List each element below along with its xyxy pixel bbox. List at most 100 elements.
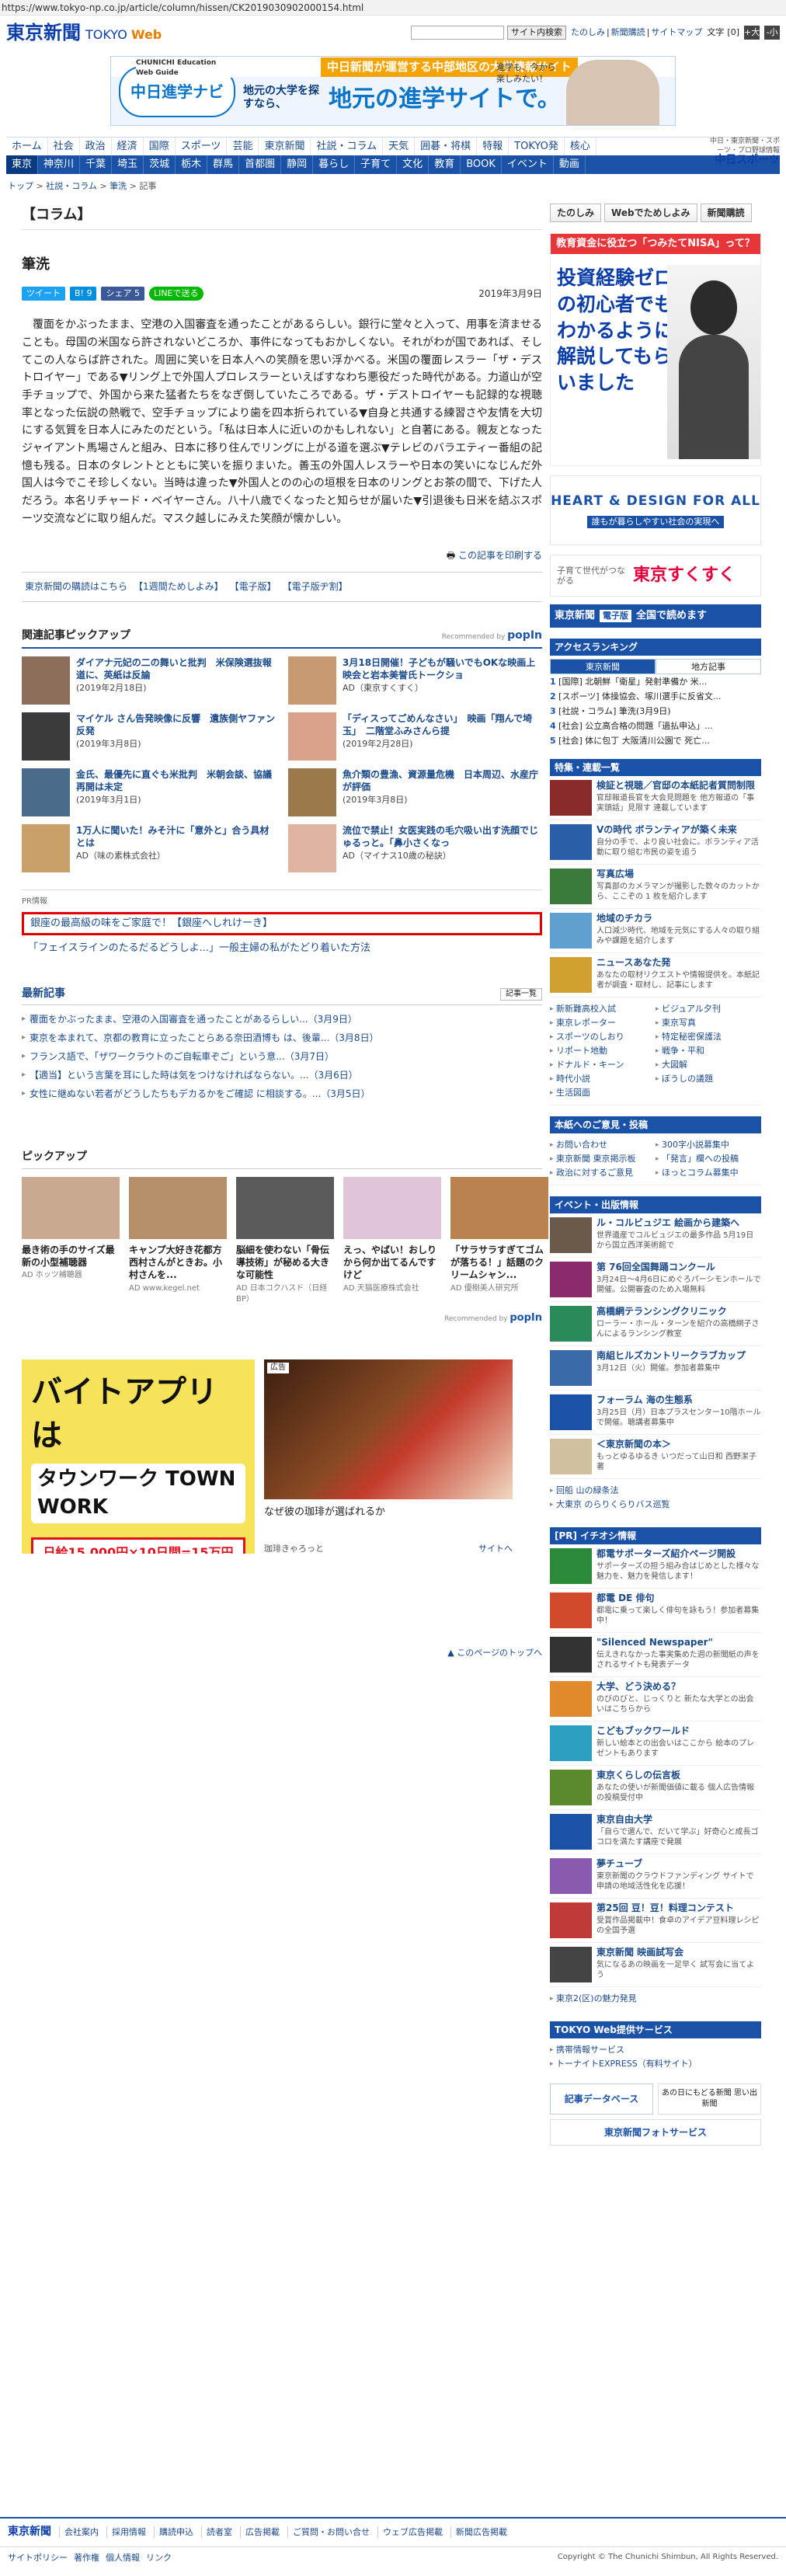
feature-item[interactable]: 第25回 豆！豆！料理コンテスト 受賞作品掲載中！食卓のアイデア豆料理レシピの全国… xyxy=(550,1899,761,1943)
inquiry-link[interactable]: お問い合わせ xyxy=(550,1138,656,1152)
region-item-14[interactable]: イベント xyxy=(502,155,554,174)
related-item-title[interactable]: 「ディスってごめんなさい」 映画「翔んで埼玉」 二階堂ふみさんら提 xyxy=(343,712,542,737)
ranking-item[interactable]: 1 [国際] 北朝鮮「衛星」発射準備か 米... xyxy=(550,674,761,689)
footer-link[interactable]: ウェブ広告掲載 xyxy=(377,2526,443,2539)
related-item-title[interactable]: マイケル さん告発映像に反響 遺族側ヤファン反発 xyxy=(76,712,276,737)
breadcrumb-top[interactable]: トップ xyxy=(8,181,33,191)
feature-link[interactable]: 東京写真 xyxy=(656,1016,761,1030)
feature-title[interactable]: ニュースあなた発 xyxy=(596,957,761,969)
related-item[interactable]: マイケル さん告発映像に反響 遺族側ヤファン反発 (2019年3月8日) xyxy=(22,712,276,761)
digital-edition-ad[interactable]: 東京新聞 電子版 全国で読めます xyxy=(550,604,761,628)
trial-link[interactable]: 【1週間ためしよみ】 xyxy=(134,580,224,594)
latest-item[interactable]: 女性に継ぬない若者がどうしたちもデカるかをご確認 に相談する。...（3月5日） xyxy=(22,1084,542,1103)
region-item-0[interactable]: 東京 xyxy=(6,155,39,174)
pickup-card[interactable]: 最き術の手のサイズ最新の小型補聴器 AD ホッツ補聴器 xyxy=(22,1177,120,1305)
feature-item[interactable]: ニュースあなた発 あなたの取材リクエストや情報提供を。本紙記者が調査・取材し、記事… xyxy=(550,953,761,997)
subscribe-link[interactable]: 東京新聞の購読はこちら xyxy=(25,580,127,594)
region-item-4[interactable]: 茨城 xyxy=(144,155,176,174)
nav-item-7[interactable]: 東京新聞 xyxy=(259,138,311,155)
facebook-share-button[interactable]: シェア 5 xyxy=(101,287,144,301)
feature-link[interactable]: 時代小説 xyxy=(550,1072,656,1086)
feature-title[interactable]: 地域のチカラ xyxy=(596,913,761,924)
photo-service-banner[interactable]: 東京新聞フォトサービス xyxy=(550,2119,761,2146)
region-item-2[interactable]: 千葉 xyxy=(80,155,113,174)
search-input[interactable] xyxy=(410,26,504,40)
coffee-ad[interactable]: 広告 なぜ彼の珈琲が選ばれるか 珈琲きゃろっと サイトへ xyxy=(264,1359,513,1554)
header-link-subscribe[interactable]: 新聞購読 xyxy=(611,27,645,37)
tonight-express-link[interactable]: トーナイトEXPRESS（有料サイト） xyxy=(550,2057,761,2071)
event-link[interactable]: 大東京 のらりくらりバス巡覧 xyxy=(550,1498,761,1512)
related-item[interactable]: 3月18日開催！子どもが騒いでもOKな映画上映会と岩本美誉氏トークショ AD（東京… xyxy=(288,656,542,705)
feature-title[interactable]: 写真広場 xyxy=(596,869,761,880)
header-link-sitemap[interactable]: サイトマップ xyxy=(651,27,702,37)
print-link[interactable]: 🖶 この記事を印刷する xyxy=(22,549,542,562)
feature-link[interactable]: リポート地動 xyxy=(550,1044,656,1058)
feature-title[interactable]: 都電 DE 俳句 xyxy=(596,1593,761,1604)
nav-item-13[interactable]: 核心 xyxy=(565,138,596,155)
feature-title[interactable]: 第25回 豆！豆！料理コンテスト xyxy=(596,1902,761,1914)
ranking-text[interactable]: [国際] 北朝鮮「衛星」発射準備か 米... xyxy=(558,677,707,687)
related-item-title[interactable]: ダイアナ元妃の二の舞いと批判 米保険選抜報道に、英紙は反論 xyxy=(76,656,276,681)
ranking-item[interactable]: 4 [社会] 公立高合格の問題「過払申込」... xyxy=(550,719,761,733)
related-item[interactable]: 「ディスってごめんなさい」 映画「翔んで埼玉」 二階堂ふみさんら提 (2019年2… xyxy=(288,712,542,761)
latest-item[interactable]: 覆面をかぶったまま、空港の入国審査を通ったことがあるらしい...（3月9日） xyxy=(22,1010,542,1029)
article-list-button[interactable]: 記事一覧 xyxy=(500,987,542,1001)
chunichi-sports-link[interactable]: 中日・東京新聞・スポーツ・プロ野球情報 中日スポーツ xyxy=(710,137,780,165)
pickup-card-title[interactable]: 脳細を使わない「骨伝導技術」が秘める大きな可能性 xyxy=(236,1244,334,1282)
feature-item[interactable]: 大学、どう決める？ のびのびと、じっくりと 新たな大学との出会いはこちらから xyxy=(550,1677,761,1721)
ranking-tab-local[interactable]: 地方記事 xyxy=(656,659,761,674)
header-link-tanoshimi[interactable]: たのしみ xyxy=(571,27,605,37)
digital-discount-link[interactable]: 【電子版ヂ割】 xyxy=(283,580,348,594)
latest-item[interactable]: 東京を本まれて、京都の教育に立ったことらある奈田酒博も は、後輩...（3月8日… xyxy=(22,1029,542,1047)
region-item-9[interactable]: 暮らし xyxy=(313,155,356,174)
footer-link[interactable]: 読者室 xyxy=(201,2526,232,2539)
nav-item-3[interactable]: 経済 xyxy=(112,138,144,155)
address-bar[interactable]: https://www.tokyo-np.co.jp/article/colum… xyxy=(0,0,786,16)
related-item[interactable]: 魚介類の豊漁、資源量危機 日本周辺、水産庁が評価 (2019年3月8日) xyxy=(288,768,542,816)
feature-item[interactable]: 写真広場 写真部のカメラマンが撮影した数々のカットから、ここぞの 1 枚を紹介しま… xyxy=(550,865,761,909)
footer-link[interactable]: ご質問・お問い合せ xyxy=(287,2526,370,2539)
nav-item-5[interactable]: スポーツ xyxy=(176,138,228,155)
ranking-item[interactable]: 2 [スポーツ] 体操協会、塚川選手に反省文... xyxy=(550,689,761,704)
feature-title[interactable]: ル・コルビュジエ 絵画から建築へ xyxy=(596,1217,761,1229)
feature-link[interactable]: 新新難高校入試 xyxy=(550,1002,656,1016)
related-item-title[interactable]: 1万人に聞いた！みそ汁に「意外と」合う具材とは xyxy=(76,824,276,849)
region-item-10[interactable]: 子育て xyxy=(355,155,398,174)
inquiry-link[interactable]: 東京新聞 東京掲示板 xyxy=(550,1152,656,1166)
nav-item-1[interactable]: 社会 xyxy=(48,138,80,155)
footer-link[interactable]: 広告掲載 xyxy=(240,2526,280,2539)
feature-item[interactable]: 第 76回全国舞踊コンクール 3月24日〜4月6日にめぐろパーシモンホールで開催。… xyxy=(550,1258,761,1302)
footer-policy-link[interactable]: 個人情報 xyxy=(106,2552,140,2564)
nav-item-12[interactable]: TOKYO発 xyxy=(509,138,565,155)
feature-item[interactable]: フォーラム 海の生態系 3月25日（月）日本プラスセンター10階ホールで開催。聴講… xyxy=(550,1391,761,1435)
feature-title[interactable]: Vの時代 ボランティアが築く未来 xyxy=(596,824,761,836)
feature-item[interactable]: 東京くらしの伝言板 あなたの使いが新聞価値に載る 個人広告情報の投稿受付中 xyxy=(550,1766,761,1810)
latest-item[interactable]: フランス語で、「ザワークラウトのご自転車ぞご」という意...（3月7日） xyxy=(22,1047,542,1066)
feature-title[interactable]: フォーラム 海の生態系 xyxy=(596,1394,761,1406)
feature-link[interactable]: スポーツのしおり xyxy=(550,1030,656,1044)
inquiry-link[interactable]: 政治に対するご意見 xyxy=(550,1166,656,1180)
pickup-card-title[interactable]: 「サラサラすぎてゴムが落ちる！」話題のクリームシャン... xyxy=(450,1244,548,1282)
feature-link[interactable]: 大図解 xyxy=(656,1058,761,1072)
breadcrumb-editorial[interactable]: 社説・コラム xyxy=(46,181,97,191)
feature-item[interactable]: 南組ヒルズカントリークラブカップ 3月12日（火）開催。参加者募集中 xyxy=(550,1346,761,1391)
feature-item[interactable]: ル・コルビュジエ 絵画から建築へ 世界遺産でコルビュジエの最多作品 5月19日から… xyxy=(550,1213,761,1258)
pr-highlight-link[interactable]: 銀座の最高級の味をご家庭で！【銀座へしれけーき】 xyxy=(22,911,542,935)
feature-title[interactable]: 東京自由大学 xyxy=(596,1814,761,1826)
ranking-tab-tokyo[interactable]: 東京新聞 xyxy=(550,659,656,674)
feature-item[interactable]: 夢チューブ 東京新聞のクラウドファンディング サイトで申請の地域活性化を応援！ xyxy=(550,1854,761,1899)
font-larger-button[interactable]: +大 xyxy=(744,26,760,40)
pickup-card[interactable]: えっ、やばい！おしりから何か出てるんですけど AD 天猫医療株式会社 xyxy=(343,1177,441,1305)
mobile-service-link[interactable]: 携帯情報サービス xyxy=(550,2043,761,2057)
feature-link[interactable]: 生活図面 xyxy=(550,1086,656,1100)
memory-newspaper-banner[interactable]: あの日にもどる新聞 思い出新聞 xyxy=(658,2083,761,2115)
pr-link[interactable]: 「フェイスラインのたるだるどうしよ...」一般主婦の私がたどり着いた方法 xyxy=(22,942,542,956)
related-item-title[interactable]: 流位で禁止！女医実践の毛穴吸い出す洗顔でじゅるっと。「鼻小さくなっ xyxy=(343,824,542,849)
region-item-7[interactable]: 首都圏 xyxy=(239,155,282,174)
feature-link[interactable]: ビジュアル夕刊 xyxy=(656,1002,761,1016)
subscribe-button[interactable]: 新聞購読 xyxy=(700,204,752,222)
feature-item[interactable]: 地域のチカラ 人口減少時代、地域を元気にする人々の取り組みや課題を紹介します xyxy=(550,909,761,953)
line-share-button[interactable]: LINEで送る xyxy=(148,287,203,301)
nav-item-11[interactable]: 特報 xyxy=(477,138,510,155)
event-link[interactable]: 回船 山の緑条法 xyxy=(550,1484,761,1498)
